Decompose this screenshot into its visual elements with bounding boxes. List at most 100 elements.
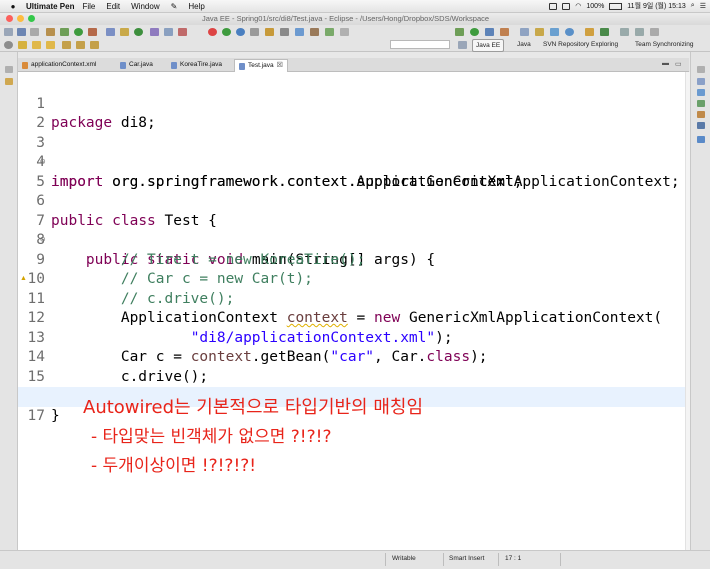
spotlight-icon[interactable]: ⌕ [691, 2, 695, 10]
run-as-icon[interactable] [470, 28, 479, 36]
next-annotation-icon[interactable] [46, 41, 55, 49]
browser-icon[interactable] [565, 28, 574, 36]
external-tools-icon[interactable] [88, 28, 97, 36]
minimize-window-button[interactable] [17, 15, 24, 22]
open-folder-icon[interactable] [535, 28, 544, 36]
new-class-icon[interactable] [134, 28, 143, 36]
project-explorer-icon[interactable] [5, 78, 13, 85]
minimize-editor-icon[interactable]: ▬ [662, 60, 669, 67]
code-line: 9 // Car c = new Car(t); [18, 231, 685, 288]
code-line: 12 "di8/applicationContext.xml"); [18, 290, 685, 346]
java-file-icon [120, 61, 126, 69]
main-toolbar [0, 25, 710, 38]
notification-center-icon[interactable]: ☰ [700, 2, 706, 10]
print-icon[interactable] [30, 28, 39, 36]
task-icon[interactable] [178, 28, 187, 36]
java-file-icon [239, 62, 245, 70]
new-wizard-icon[interactable] [520, 28, 529, 36]
annotation-nav-icon[interactable] [340, 28, 349, 36]
new-package-icon[interactable] [120, 28, 129, 36]
web-browser-icon[interactable] [236, 28, 245, 36]
bookmark-icon[interactable] [600, 28, 609, 36]
run-icon[interactable] [74, 28, 83, 36]
server-icon[interactable] [46, 28, 55, 36]
forward-icon[interactable] [76, 41, 85, 49]
forward-nav-icon[interactable] [635, 28, 644, 36]
menu-window[interactable]: Window [131, 2, 159, 11]
more-icon[interactable] [650, 28, 659, 36]
back-nav-icon[interactable] [620, 28, 629, 36]
prev-annotation-icon[interactable] [32, 41, 41, 49]
close-tab-icon[interactable]: ☒ [277, 60, 283, 72]
new-file-icon[interactable] [4, 28, 13, 36]
console-view-icon[interactable] [697, 122, 705, 129]
battery-percent[interactable]: 100% [586, 3, 604, 10]
save-icon[interactable] [17, 28, 26, 36]
zoom-window-button[interactable] [28, 15, 35, 22]
debug-icon[interactable] [60, 28, 69, 36]
open-perspective-icon[interactable] [458, 41, 467, 49]
restore-view-icon[interactable] [5, 66, 13, 73]
status-insert-mode: Smart Insert [449, 555, 485, 562]
debug-as-icon[interactable] [485, 28, 494, 36]
perspective-svn-repository-exploring[interactable]: SVN Repository Exploring [540, 39, 621, 50]
warning-marker-icon[interactable]: ▲ [20, 275, 27, 282]
status-bar: Writable Smart Insert 17 : 1 [0, 550, 710, 569]
open-type-icon[interactable] [150, 28, 159, 36]
wifi-icon[interactable]: ◠ [575, 2, 581, 10]
status-app-icon[interactable] [549, 2, 558, 10]
perspective-java-ee[interactable]: Java EE [472, 39, 505, 52]
toggle-mark-icon[interactable] [18, 41, 27, 49]
secondary-toolbar: Java EE Java SVN Repository Exploring Te… [0, 38, 710, 52]
code-line: 2 [18, 95, 685, 131]
coverage-icon[interactable] [500, 28, 509, 36]
refresh-icon[interactable] [550, 28, 559, 36]
status-app-icon[interactable] [562, 2, 571, 10]
perspective-team-synchronizing[interactable]: Team Synchronizing [632, 39, 697, 50]
tab-applicationcontext-xml[interactable]: applicationContext.xml [22, 59, 96, 71]
edit-icon[interactable] [585, 28, 594, 36]
menubar-clock[interactable]: 11월 9일 (월) 15:13 [627, 1, 686, 11]
back-icon[interactable] [62, 41, 71, 49]
tab-car-java[interactable]: Car.java [120, 59, 153, 71]
mylyn-icon[interactable] [325, 28, 334, 36]
menu-edit[interactable]: Edit [106, 2, 120, 11]
search-run-icon[interactable] [455, 28, 464, 36]
outline-icon[interactable] [250, 28, 259, 36]
menu-help[interactable]: Help [188, 2, 204, 11]
restore-view-icon[interactable] [697, 66, 705, 73]
search-icon[interactable] [164, 28, 173, 36]
database-icon[interactable] [265, 28, 274, 36]
tab-koreatire-java[interactable]: KoreaTire.java [171, 59, 222, 71]
run-server-icon[interactable] [222, 28, 231, 36]
servers-view-icon[interactable] [697, 111, 705, 118]
history-icon[interactable] [280, 28, 289, 36]
new-java-project-icon[interactable] [106, 28, 115, 36]
maximize-editor-icon[interactable]: ▭ [675, 60, 682, 68]
code-editor[interactable]: 1 package di8; 2 3 ⊖ import org.springfr… [18, 72, 685, 550]
apple-menu-icon[interactable]: ● [6, 2, 20, 11]
tab-label: applicationContext.xml [31, 61, 97, 68]
sync-icon[interactable] [295, 28, 304, 36]
gear-icon[interactable] [4, 41, 13, 49]
task-list-icon[interactable] [697, 89, 705, 96]
markers-view-icon[interactable] [697, 100, 705, 107]
close-window-button[interactable] [6, 15, 13, 22]
app-menu[interactable]: Ultimate Pen [26, 2, 74, 11]
editor-overview-ruler[interactable] [685, 72, 690, 550]
menu-file[interactable]: File [82, 2, 95, 11]
perspective-java[interactable]: Java [514, 39, 534, 50]
left-view-stack [0, 52, 18, 568]
outline-view-icon[interactable] [697, 78, 705, 85]
right-view-stack [690, 52, 710, 568]
tab-test-java[interactable]: Test.java ☒ [234, 59, 288, 72]
stop-icon[interactable] [208, 28, 217, 36]
properties-view-icon[interactable] [697, 136, 705, 143]
code-line: 15 } [18, 348, 685, 405]
svn-icon[interactable] [310, 28, 319, 36]
window-title-bar: Java EE - Spring01/src/di8/Test.java - E… [0, 13, 710, 25]
pen-tool-icon[interactable]: ✎ [171, 2, 178, 11]
last-edit-icon[interactable] [90, 41, 99, 49]
battery-icon[interactable] [609, 2, 623, 10]
quick-access-input[interactable] [390, 40, 450, 49]
